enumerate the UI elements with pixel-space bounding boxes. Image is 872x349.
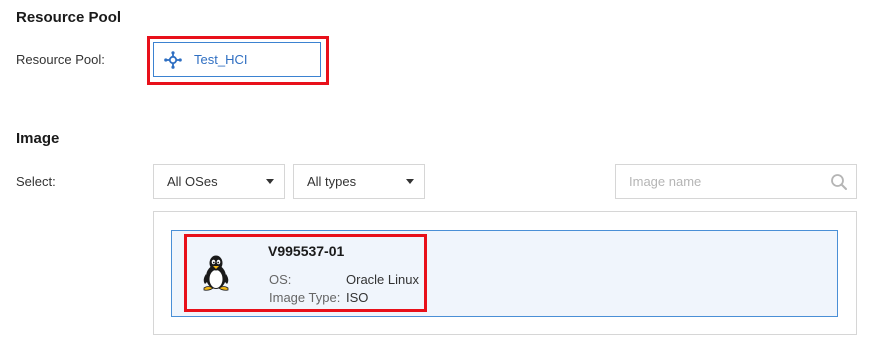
linux-penguin-icon — [199, 254, 233, 292]
image-type-label: Image Type: — [269, 290, 341, 305]
search-icon[interactable] — [830, 173, 848, 191]
image-type-value: ISO — [346, 290, 369, 305]
os-filter-value: All OSes — [167, 174, 218, 189]
type-filter-dropdown[interactable]: All types — [293, 164, 425, 199]
chevron-down-icon — [266, 179, 274, 184]
image-search-box[interactable] — [615, 164, 857, 199]
type-filter-value: All types — [307, 174, 357, 189]
image-os-label: OS: — [269, 272, 292, 287]
chevron-down-icon — [406, 179, 414, 184]
cluster-icon — [164, 50, 182, 69]
image-name-search-input[interactable] — [629, 174, 830, 189]
resource-pool-selector[interactable]: Test_HCI — [153, 42, 321, 77]
resource-pool-value: Test_HCI — [194, 52, 248, 67]
resource-pool-heading: Resource Pool — [16, 9, 122, 26]
image-select-label: Select: — [16, 174, 56, 189]
image-name: V995537-01 — [268, 243, 345, 259]
resource-pool-label: Resource Pool: — [16, 52, 105, 67]
image-heading: Image — [16, 130, 60, 147]
image-os-value: Oracle Linux — [346, 272, 419, 287]
os-filter-dropdown[interactable]: All OSes — [153, 164, 285, 199]
